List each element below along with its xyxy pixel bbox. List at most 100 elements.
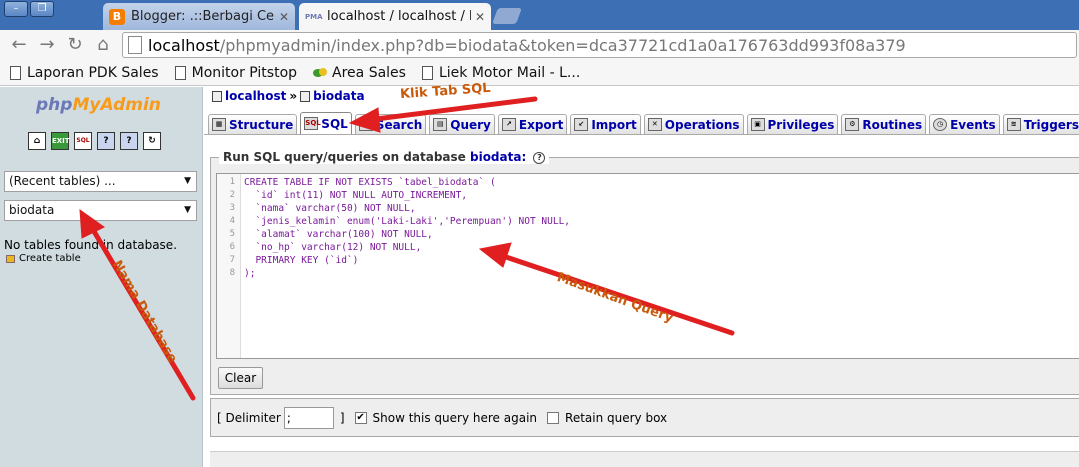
query-icon: ▤ — [433, 118, 448, 131]
blogger-icon: B — [109, 8, 125, 25]
close-icon[interactable]: ✕ — [475, 10, 485, 24]
server-icon — [212, 90, 222, 102]
sql-query-legend: Run SQL query/queries on database biodat… — [219, 150, 550, 164]
code-line: `id` int(11) NOT NULL AUTO_INCREMENT, — [244, 190, 468, 201]
routines-icon: ⚙ — [845, 118, 860, 131]
tab-triggers[interactable]: ≋ Triggers — [1002, 114, 1079, 134]
sql-icon[interactable]: SQL — [74, 132, 92, 150]
tab-operations[interactable]: ✕ Operations — [643, 114, 744, 134]
forward-icon[interactable]: → — [36, 34, 58, 56]
breadcrumb-separator: » — [289, 89, 298, 103]
tab-title: Blogger: .::Berbagi Ceri — [131, 9, 275, 24]
back-icon[interactable]: ← — [8, 34, 30, 56]
sql-query-editor[interactable]: 1 2 3 4 5 6 7 8 CREATE TABLE IF NOT EXIS… — [216, 173, 1079, 359]
tab-export[interactable]: ↗ Export — [497, 114, 568, 134]
legend-database[interactable]: biodata: — [470, 150, 526, 164]
page-icon — [10, 65, 21, 80]
reload-icon[interactable]: ↻ — [143, 132, 161, 150]
minimize-icon[interactable]: – — [4, 1, 28, 17]
home-icon[interactable]: ⌂ — [28, 132, 46, 150]
line-number: 8 — [229, 268, 235, 278]
line-number: 2 — [229, 190, 235, 200]
breadcrumb-server[interactable]: localhost — [225, 89, 286, 103]
delimiter-label: [ Delimiter — [217, 410, 281, 425]
database-icon — [300, 90, 311, 102]
code-line: PRIMARY KEY (`id`) — [244, 255, 359, 266]
retain-query-label: Retain query box — [565, 410, 668, 425]
database-select[interactable]: biodata ▼ — [4, 200, 197, 221]
code-line: `alamat` varchar(100) NOT NULL, — [244, 229, 433, 240]
tab-structure[interactable]: ▦ Structure — [208, 114, 298, 134]
dropdown-arrow-icon: ▼ — [184, 205, 191, 215]
exit-icon[interactable]: EXIT — [51, 132, 70, 150]
bottom-panel — [210, 451, 1079, 467]
close-icon[interactable]: ✕ — [279, 10, 289, 24]
tab-import[interactable]: ↙ Import — [570, 114, 641, 134]
tab-sql[interactable]: SQL SQL — [300, 112, 352, 134]
tab-search[interactable]: ⌕ Search — [354, 114, 427, 134]
line-number: 7 — [229, 255, 235, 265]
window-controls: – ❐ — [4, 1, 54, 17]
reload-icon[interactable]: ↻ — [64, 34, 86, 56]
create-table-link[interactable]: Create table — [6, 253, 81, 264]
clear-button[interactable]: Clear — [218, 367, 263, 389]
bookmark-item[interactable]: Liek Motor Mail - L... — [421, 65, 580, 81]
page-icon — [174, 65, 186, 80]
help-icon[interactable]: ? — [120, 132, 138, 150]
line-number-gutter: 1 2 3 4 5 6 7 8 — [217, 174, 241, 358]
bookmark-item[interactable]: Laporan PDK Sales — [10, 65, 159, 81]
line-number: 1 — [229, 177, 235, 187]
code-line: CREATE TABLE IF NOT EXISTS `tabel_biodat… — [244, 177, 496, 188]
dropdown-arrow-icon: ▼ — [184, 176, 191, 186]
line-number: 4 — [229, 216, 235, 226]
help-icon[interactable]: ? — [533, 151, 546, 164]
docs-icon[interactable]: ? — [97, 132, 115, 150]
code-line: `nama` varchar(50) NOT NULL, — [244, 203, 416, 214]
sql-query-fieldset: Run SQL query/queries on database biodat… — [210, 150, 1079, 395]
tab-events[interactable]: ◷ Events — [929, 114, 1000, 134]
query-options: [ Delimiter ; ] ✔ Show this query here a… — [210, 398, 1079, 437]
new-table-icon — [6, 254, 15, 263]
navigation-panel: phpMyAdmin ⌂ EXIT SQL ? ? ↻ (Recent tabl… — [0, 87, 203, 467]
browser-tabstrip: – ❐ B Blogger: .::Berbagi Ceri ✕ PMA loc… — [0, 0, 1079, 30]
retain-query-checkbox[interactable] — [547, 411, 560, 424]
home-icon[interactable]: ⌂ — [92, 34, 114, 56]
breadcrumb: localhost » biodata — [212, 89, 365, 103]
structure-icon: ▦ — [212, 118, 226, 131]
recent-tables-select[interactable]: (Recent tables) ... ▼ — [4, 171, 197, 192]
code-line: ); — [244, 268, 256, 279]
tab-bar: ▦ Structure SQL SQL ⌕ Search ▤ Query ↗ Export… — [208, 112, 1079, 134]
browser-toolbar: ← → ↻ ⌂ localhost/phpmyadmin/index.php?d… — [0, 30, 1079, 60]
new-tab-button[interactable] — [492, 8, 522, 24]
browser-tab-blogger[interactable]: B Blogger: .::Berbagi Ceri ✕ — [103, 3, 295, 30]
clock-icon: ◷ — [933, 118, 948, 131]
export-icon: ↗ — [501, 118, 516, 131]
tab-routines[interactable]: ⚙ Routines — [841, 114, 927, 134]
show-query-label: Show this query here again — [372, 410, 538, 425]
bookmark-item[interactable]: Monitor Pitstop — [174, 65, 297, 81]
area-sales-icon — [313, 67, 328, 77]
address-bar[interactable]: localhost/phpmyadmin/index.php?db=biodat… — [122, 32, 1077, 58]
url-host: localhost — [148, 35, 220, 55]
line-number: 5 — [229, 229, 235, 239]
delimiter-input[interactable]: ; — [283, 406, 334, 429]
line-number: 3 — [229, 203, 235, 213]
restore-icon[interactable]: ❐ — [30, 1, 54, 17]
tab-divider — [204, 134, 1079, 135]
tab-query[interactable]: ▤ Query — [429, 114, 495, 134]
tab-title: localhost / localhost / bi — [327, 9, 471, 24]
tab-privileges[interactable]: ▣ Privileges — [746, 114, 839, 134]
phpmyadmin-logo[interactable]: phpMyAdmin — [36, 95, 161, 115]
privileges-icon: ▣ — [750, 118, 765, 131]
bookmark-item[interactable]: Area Sales — [313, 65, 406, 81]
main-content: localhost » biodata ▦ Structure SQL SQL ⌕ S… — [204, 87, 1079, 467]
browser-tab-phpmyadmin[interactable]: PMA localhost / localhost / bi ✕ — [299, 3, 491, 30]
breadcrumb-database[interactable]: biodata — [313, 89, 364, 103]
show-query-checkbox[interactable]: ✔ — [354, 411, 367, 424]
bookmarks-bar: Laporan PDK Sales Monitor Pitstop Area S… — [0, 60, 1079, 86]
pma-favicon-icon: PMA — [305, 12, 323, 21]
no-tables-message: No tables found in database. — [4, 238, 178, 252]
navigation-icons: ⌂ EXIT SQL ? ? ↻ — [28, 132, 161, 150]
import-icon: ↙ — [574, 118, 589, 131]
code-line: `no_hp` varchar(12) NOT NULL, — [244, 242, 422, 253]
